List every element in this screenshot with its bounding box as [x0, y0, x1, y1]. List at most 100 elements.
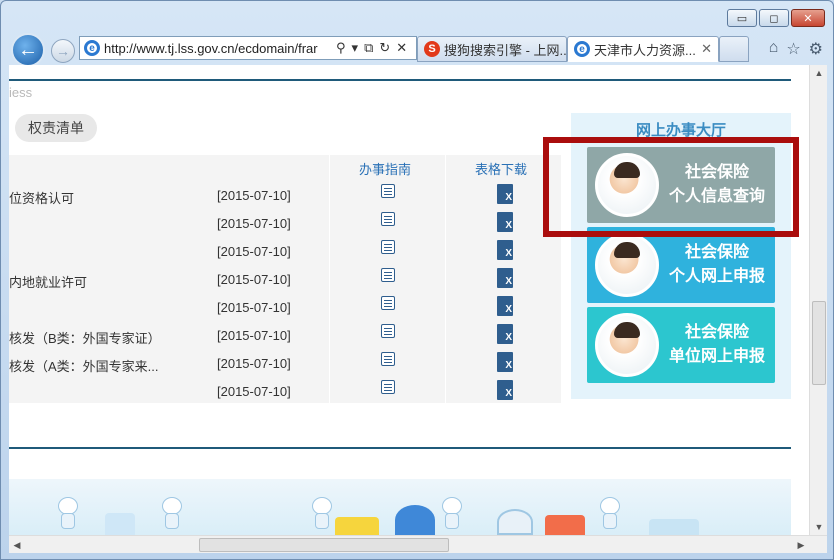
arrow-right-icon: →	[56, 43, 70, 59]
banner-globe	[395, 505, 435, 535]
vertical-scrollbar[interactable]: ▲ ▼	[809, 65, 827, 535]
service-label: 社会保险 个人网上申报	[659, 241, 775, 289]
settings-gear-icon[interactable]: ⚙	[809, 39, 823, 59]
close-window-button[interactable]: ✕	[791, 9, 825, 27]
item-name[interactable]: 核发（A类：外国专家来...	[9, 356, 209, 375]
compatibility-icon[interactable]: ⧉	[364, 40, 373, 56]
horizontal-scrollbar[interactable]: ◀ ▶	[9, 535, 827, 553]
item-date: [2015-07-10]	[217, 188, 291, 203]
service-label-line1: 社会保险	[684, 324, 749, 341]
operator-avatar	[595, 233, 659, 297]
minimize-button[interactable]: ▭	[727, 9, 757, 27]
ie-page-icon: e	[574, 41, 590, 57]
item-date: [2015-07-10]	[217, 244, 291, 259]
stop-icon[interactable]: ✕	[396, 40, 407, 56]
table-row: 核发（A类：外国专家来... [2015-07-10] X	[9, 351, 561, 379]
table-row: 内地就业许可 [2015-07-10] X	[9, 267, 561, 295]
guide-document-icon[interactable]	[381, 184, 395, 198]
item-date: [2015-07-10]	[217, 328, 291, 343]
table-row: 位资格认可 [2015-07-10] X	[9, 183, 561, 211]
new-tab-button[interactable]	[719, 36, 749, 62]
banner-block	[545, 515, 585, 535]
dropdown-icon[interactable]: ▾	[352, 40, 359, 56]
item-name[interactable]: 位资格认可	[9, 188, 209, 207]
mascot-figure	[439, 497, 465, 531]
table-row: [2015-07-10] X	[9, 379, 561, 407]
top-divider	[9, 79, 791, 81]
item-date: [2015-07-10]	[217, 272, 291, 287]
excel-download-icon[interactable]: X	[497, 296, 513, 316]
scroll-up-icon[interactable]: ▲	[810, 65, 828, 81]
home-icon[interactable]: ⌂	[769, 39, 779, 59]
banner-block	[649, 519, 699, 535]
mascot-figure	[597, 497, 623, 531]
address-bar[interactable]: e http://www.tj.lss.gov.cn/ecdomain/frar…	[79, 36, 417, 60]
page-viewport: iess 权责清单 办事指南 表格下载 位资格认可 [2015-07-10] X…	[9, 65, 809, 535]
table-row: 核发（B类：外国专家证） [2015-07-10] X	[9, 323, 561, 351]
scroll-right-icon[interactable]: ▶	[793, 536, 809, 554]
service-table: 办事指南 表格下载 位资格认可 [2015-07-10] X [2015-07-…	[9, 155, 561, 403]
service-label: 社会保险 单位网上申报	[659, 321, 775, 369]
excel-download-icon[interactable]: X	[497, 380, 513, 400]
sogou-icon: S	[424, 41, 440, 57]
excel-download-icon[interactable]: X	[497, 352, 513, 372]
banner-magnifier	[497, 509, 533, 535]
mascot-figure	[309, 497, 335, 531]
search-icon[interactable]: ⚲	[336, 40, 346, 56]
excel-download-icon[interactable]: X	[497, 268, 513, 288]
vertical-scroll-thumb[interactable]	[812, 301, 826, 385]
personal-online-filing-button[interactable]: 社会保险 个人网上申报	[587, 227, 775, 303]
scroll-left-icon[interactable]: ◀	[9, 536, 25, 554]
header-download: 表格下载	[475, 162, 528, 177]
highlight-annotation-box	[543, 137, 799, 237]
browser-tools: ⌂ ☆ ⚙	[769, 39, 823, 59]
tab-label: 搜狗搜索引擎 - 上网...	[444, 42, 567, 58]
guide-document-icon[interactable]	[381, 296, 395, 310]
excel-download-icon[interactable]: X	[497, 240, 513, 260]
item-date: [2015-07-10]	[217, 216, 291, 231]
refresh-icon[interactable]: ↻	[379, 40, 390, 56]
excel-download-icon[interactable]: X	[497, 184, 513, 204]
guide-document-icon[interactable]	[381, 212, 395, 226]
excel-download-icon[interactable]: X	[497, 212, 513, 232]
navigation-bar: ← → e http://www.tj.lss.gov.cn/ecdomain/…	[7, 31, 829, 67]
window-controls: ▭ ◻ ✕	[727, 9, 825, 27]
tab-sogou[interactable]: S 搜狗搜索引擎 - 上网...	[417, 36, 567, 62]
service-label-line1: 社会保险	[684, 244, 749, 261]
tab-close-icon[interactable]: ✕	[701, 41, 712, 57]
guide-document-icon[interactable]	[381, 380, 395, 394]
service-label-line2: 单位网上申报	[668, 348, 765, 365]
back-button[interactable]: ←	[11, 33, 45, 67]
address-tools: ⚲ ▾ ⧉ ↻ ✕	[336, 40, 407, 56]
guide-document-icon[interactable]	[381, 240, 395, 254]
table-row: [2015-07-10] X	[9, 211, 561, 239]
guide-document-icon[interactable]	[381, 268, 395, 282]
item-date: [2015-07-10]	[217, 356, 291, 371]
forward-button[interactable]: →	[51, 39, 75, 63]
service-label-line2: 个人网上申报	[668, 268, 765, 285]
company-online-filing-button[interactable]: 社会保险 单位网上申报	[587, 307, 775, 383]
table-row: [2015-07-10] X	[9, 295, 561, 323]
horizontal-scroll-thumb[interactable]	[199, 538, 449, 552]
power-list-button[interactable]: 权责清单	[15, 114, 97, 142]
scroll-down-icon[interactable]: ▼	[810, 519, 828, 535]
arrow-left-icon: ←	[18, 38, 38, 61]
excel-download-icon[interactable]: X	[497, 324, 513, 344]
ie-page-icon: e	[84, 40, 100, 56]
header-guide: 办事指南	[359, 162, 412, 177]
browser-window: ▭ ◻ ✕ ← → e http://www.tj.lss.gov.cn/ecd…	[0, 0, 834, 560]
item-name[interactable]: 核发（B类：外国专家证）	[9, 328, 209, 347]
table-row: [2015-07-10] X	[9, 239, 561, 267]
guide-document-icon[interactable]	[381, 352, 395, 366]
tab-tianjin-hr[interactable]: e 天津市人力资源... ✕	[567, 36, 719, 62]
bottom-divider	[9, 447, 791, 449]
item-name[interactable]: 内地就业许可	[9, 272, 209, 291]
item-date: [2015-07-10]	[217, 300, 291, 315]
mascot-figure	[159, 497, 185, 531]
faded-breadcrumb-text: iess	[9, 85, 33, 100]
guide-document-icon[interactable]	[381, 324, 395, 338]
maximize-button[interactable]: ◻	[759, 9, 789, 27]
item-date: [2015-07-10]	[217, 384, 291, 399]
url-text[interactable]: http://www.tj.lss.gov.cn/ecdomain/frar	[104, 41, 330, 56]
favorites-star-icon[interactable]: ☆	[786, 39, 800, 59]
